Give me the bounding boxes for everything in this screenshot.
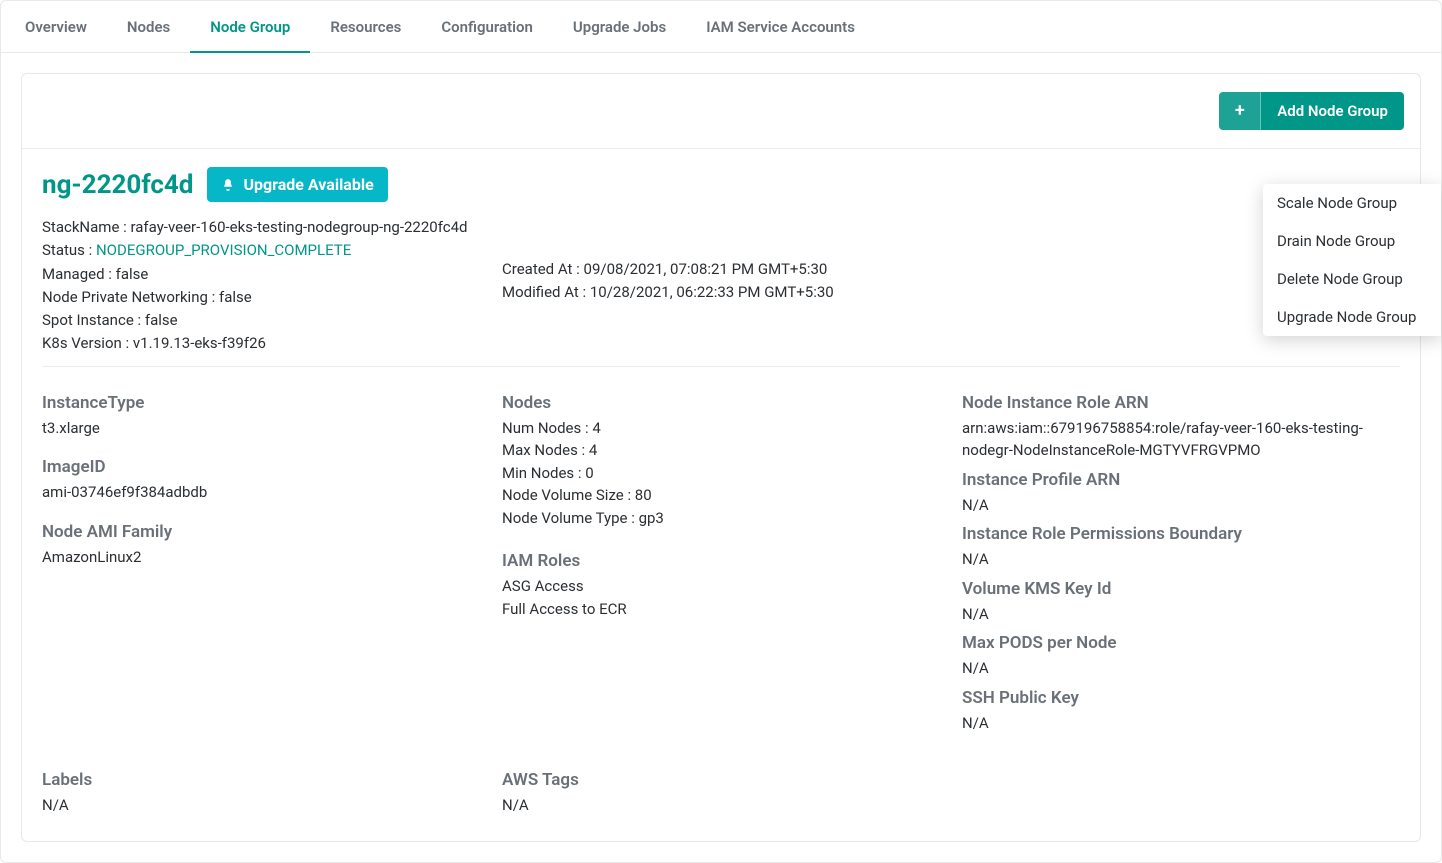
modified-at-row: Modified At : 10/28/2021, 06:22:33 PM GM… [502, 281, 1320, 304]
instance-type-value: t3.xlarge [42, 417, 502, 440]
iam-roles-heading: IAM Roles [502, 551, 962, 571]
node-volume-size: Node Volume Size : 80 [502, 484, 962, 507]
tab-iam-service-accounts[interactable]: IAM Service Accounts [686, 1, 875, 52]
plus-icon: + [1219, 92, 1261, 130]
node-volume-type: Node Volume Type : gp3 [502, 507, 962, 530]
node-instance-role-arn-heading: Node Instance Role ARN [962, 393, 1400, 413]
toolbar: + Add Node Group [22, 74, 1420, 149]
perm-boundary-heading: Instance Role Permissions Boundary [962, 524, 1400, 544]
node-group-name: ng-2220fc4d [42, 170, 193, 200]
iam-role-asg: ASG Access [502, 575, 962, 598]
labels-block: Labels N/A [42, 760, 502, 817]
instance-type-heading: InstanceType [42, 393, 502, 413]
max-pods-value: N/A [962, 657, 1400, 680]
k8s-row: K8s Version : v1.19.13-eks-f39f26 [42, 332, 502, 355]
ami-family-value: AmazonLinux2 [42, 546, 502, 569]
max-pods-heading: Max PODS per Node [962, 633, 1400, 653]
nodes-heading: Nodes [502, 393, 962, 413]
stackname-label: StackName : [42, 218, 130, 236]
image-id-heading: ImageID [42, 457, 502, 477]
action-drain-node-group[interactable]: Drain Node Group [1263, 222, 1441, 260]
node-group-body: ng-2220fc4d Upgrade Available StackName … [22, 149, 1420, 841]
add-node-group-button[interactable]: + Add Node Group [1219, 92, 1404, 130]
action-upgrade-node-group[interactable]: Upgrade Node Group [1263, 298, 1441, 336]
spot-row: Spot Instance : false [42, 309, 502, 332]
aws-tags-heading: AWS Tags [502, 770, 962, 790]
status-row: Status : NODEGROUP_PROVISION_COMPLETE [42, 239, 502, 262]
num-nodes: Num Nodes : 4 [502, 417, 962, 440]
created-at-value: 09/08/2021, 07:08:21 PM GMT+5:30 [584, 260, 828, 278]
ami-family-heading: Node AMI Family [42, 522, 502, 542]
add-node-group-label: Add Node Group [1261, 92, 1404, 130]
labels-heading: Labels [42, 770, 502, 790]
status-value: NODEGROUP_PROVISION_COMPLETE [96, 241, 351, 259]
iam-role-ecr: Full Access to ECR [502, 598, 962, 621]
labels-value: N/A [42, 794, 502, 817]
action-scale-node-group[interactable]: Scale Node Group [1263, 184, 1441, 222]
meta-right-column: Created At : 09/08/2021, 07:08:21 PM GMT… [502, 216, 1320, 356]
aws-tags-block: AWS Tags N/A [502, 760, 962, 817]
managed-label: Managed : [42, 265, 116, 283]
col3: Node Instance Role ARN arn:aws:iam::6791… [962, 383, 1400, 735]
kms-heading: Volume KMS Key Id [962, 579, 1400, 599]
ssh-key-value: N/A [962, 712, 1400, 735]
col2: Nodes Num Nodes : 4 Max Nodes : 4 Min No… [502, 383, 962, 621]
page: Overview Nodes Node Group Resources Conf… [0, 0, 1442, 863]
status-label: Status : [42, 241, 96, 259]
instance-profile-arn-value: N/A [962, 494, 1400, 517]
action-delete-node-group[interactable]: Delete Node Group [1263, 260, 1441, 298]
max-nodes: Max Nodes : 4 [502, 439, 962, 462]
aws-tags-value: N/A [502, 794, 962, 817]
modified-at-label: Modified At : [502, 283, 586, 301]
tab-upgrade-jobs[interactable]: Upgrade Jobs [553, 1, 686, 52]
tab-overview[interactable]: Overview [5, 1, 107, 52]
kms-value: N/A [962, 603, 1400, 626]
bell-icon [221, 178, 235, 192]
node-instance-role-arn-value: arn:aws:iam::679196758854:role/rafay-vee… [962, 417, 1392, 462]
spot-value: false [145, 311, 178, 329]
npn-label: Node Private Networking : [42, 288, 219, 306]
meta-left-column: StackName : rafay-veer-160-eks-testing-n… [42, 216, 502, 356]
tab-node-group[interactable]: Node Group [190, 1, 310, 52]
image-id-value: ami-03746ef9f384adbdb [42, 481, 502, 504]
perm-boundary-value: N/A [962, 548, 1400, 571]
tab-resources[interactable]: Resources [310, 1, 421, 52]
npn-row: Node Private Networking : false [42, 286, 502, 309]
created-at-row: Created At : 09/08/2021, 07:08:21 PM GMT… [502, 258, 1320, 281]
npn-value: false [219, 288, 252, 306]
modified-at-value: 10/28/2021, 06:22:33 PM GMT+5:30 [590, 283, 834, 301]
k8s-label: K8s Version : [42, 334, 133, 352]
stackname-value: rafay-veer-160-eks-testing-nodegroup-ng-… [130, 218, 467, 236]
k8s-value: v1.19.13-eks-f39f26 [133, 334, 266, 352]
tab-nodes[interactable]: Nodes [107, 1, 190, 52]
spot-label: Spot Instance : [42, 311, 145, 329]
node-group-card: + Add Node Group ng-2220fc4d Upgrade Ava… [21, 73, 1421, 842]
col1: InstanceType t3.xlarge ImageID ami-03746… [42, 383, 502, 569]
node-group-action-menu: Scale Node Group Drain Node Group Delete… [1263, 184, 1441, 336]
upgrade-chip-label: Upgrade Available [243, 175, 373, 194]
ssh-key-heading: SSH Public Key [962, 688, 1400, 708]
managed-row: Managed : false [42, 263, 502, 286]
upgrade-available-chip[interactable]: Upgrade Available [207, 167, 387, 202]
min-nodes: Min Nodes : 0 [502, 462, 962, 485]
tab-configuration[interactable]: Configuration [421, 1, 553, 52]
instance-profile-arn-heading: Instance Profile ARN [962, 470, 1400, 490]
stackname-row: StackName : rafay-veer-160-eks-testing-n… [42, 216, 502, 239]
created-at-label: Created At : [502, 260, 580, 278]
managed-value: false [116, 265, 149, 283]
tabs-bar: Overview Nodes Node Group Resources Conf… [1, 1, 1441, 53]
